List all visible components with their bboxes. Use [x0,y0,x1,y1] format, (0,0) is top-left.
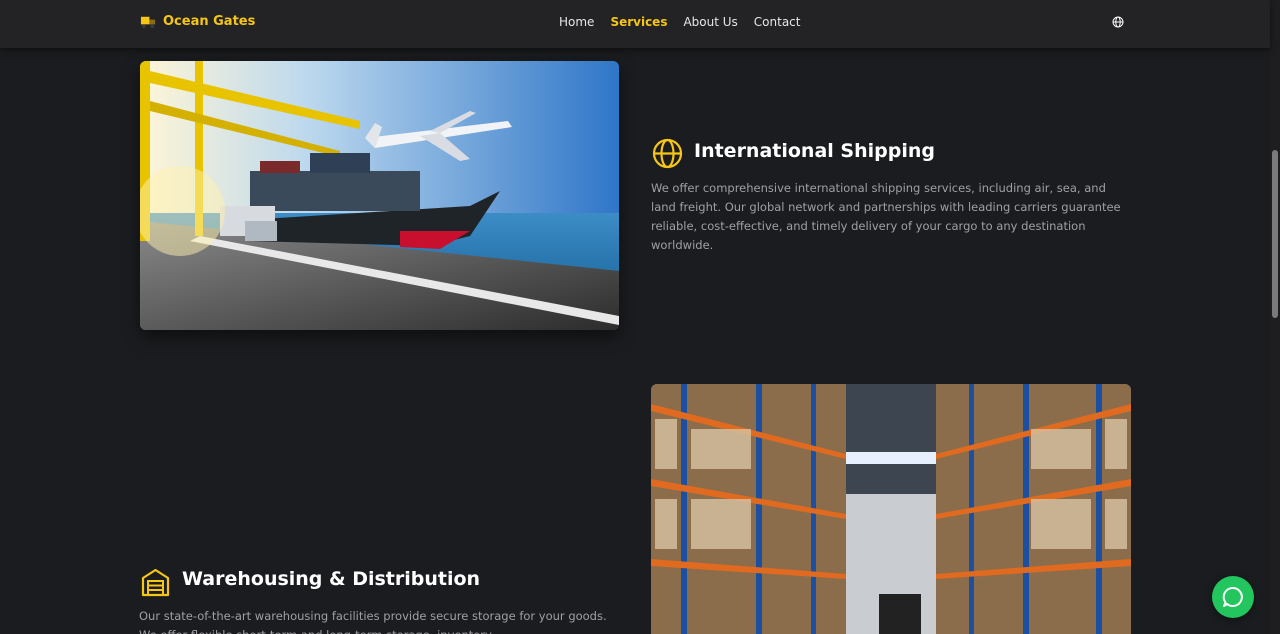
service-description-international-shipping: We offer comprehensive international shi… [651,181,1121,252]
service-title-international-shipping: International Shipping [694,140,935,162]
warehouse-icon [141,568,170,597]
international-shipping-image [140,61,619,330]
chat-button[interactable] [1212,576,1254,618]
service-title-warehousing-distribution: Warehousing & Distribution [182,568,481,590]
service-description-warehousing-distribution: Our state-of-the-art warehousing facilit… [139,609,607,634]
brand[interactable]: Ocean Gates [140,13,255,30]
nav-contact[interactable]: Contact [754,15,801,29]
warehouse-image [651,384,1131,634]
scrollbar-track[interactable] [1270,0,1280,634]
nav-about-us[interactable]: About Us [683,15,737,29]
nav-home[interactable]: Home [559,15,594,29]
globe-icon[interactable] [1112,16,1124,28]
nav-menu: Home Services About Us Contact [559,15,800,29]
warehouse-truck-icon [140,16,156,29]
top-navbar: Ocean Gates Home Services About Us Conta… [0,0,1270,48]
brand-name: Ocean Gates [163,14,256,29]
globe-icon [652,138,683,169]
chat-bubble-icon [1222,586,1243,607]
nav-services[interactable]: Services [610,15,667,29]
scrollbar-thumb[interactable] [1272,150,1278,318]
